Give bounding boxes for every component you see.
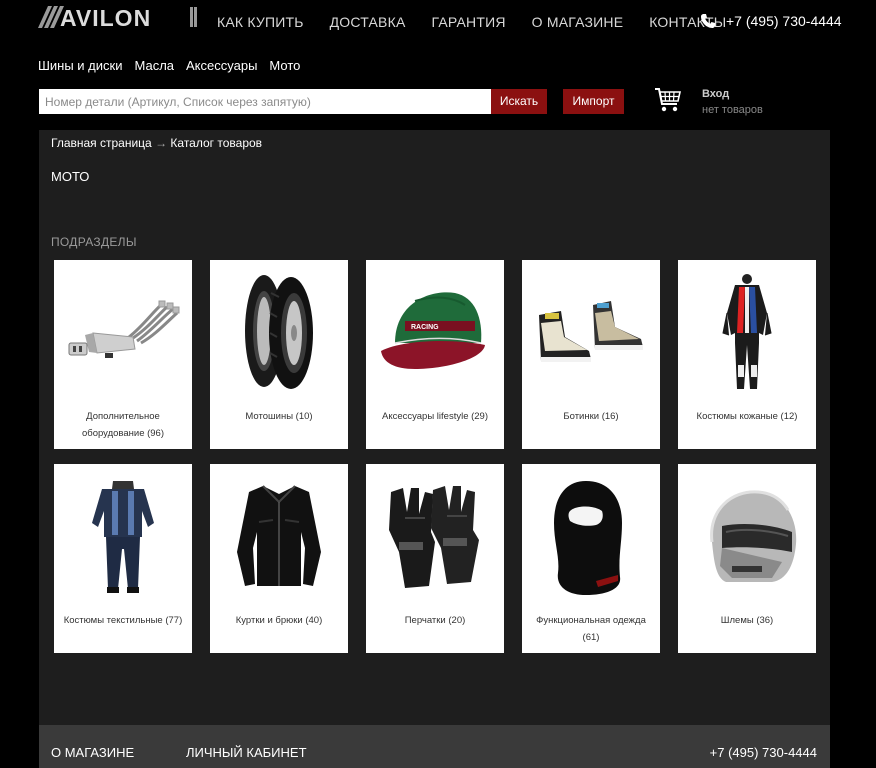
category-card-gloves[interactable]: Перчатки (20) [366,464,504,653]
category-label: Аксессуары lifestyle (29) [381,411,489,422]
helmet-icon [678,472,816,602]
leather-suit-icon [678,268,816,398]
search-button[interactable]: Искать [491,89,547,114]
category-label: Перчатки (20) [404,615,466,626]
breadcrumb-home[interactable]: Главная страница [51,136,152,150]
category-card-lifestyle[interactable]: RACING Аксессуары lifestyle (29) [366,260,504,449]
category-label: Шлемы (36) [720,615,774,626]
category-card-helmets[interactable]: Шлемы (36) [678,464,816,653]
login-link[interactable]: Вход [702,86,763,102]
category-label: Куртки и брюки (40) [235,615,323,626]
part-number-search-input[interactable] [39,89,491,114]
category-card-jackets-pants[interactable]: Куртки и брюки (40) [210,464,348,653]
nav-about[interactable]: О МАГАЗИНЕ [532,14,624,30]
header-phone[interactable]: +7 (495) 730-4444 [700,13,842,29]
category-card-textile-suits[interactable]: Костюмы текстильные (77) [54,464,192,653]
boots-icon [522,268,660,398]
breadcrumb-separator: → [155,136,168,150]
category-card-moto-tires[interactable]: Мотошины (10) [210,260,348,449]
svg-text:RACING: RACING [411,324,439,331]
nav-how-to-buy[interactable]: КАК КУПИТЬ [217,14,304,30]
phone-icon [701,14,715,28]
category-label: Функциональная одежда (61) [536,615,646,643]
footer-cabinet-link[interactable]: ЛИЧНЫЙ КАБИНЕТ [186,745,307,760]
catalog-panel: Главная страница → Каталог товаров МОТО … [39,130,830,725]
subnav-tires-wheels[interactable]: Шины и диски [38,58,122,73]
breadcrumb: Главная страница → Каталог товаров [51,136,262,150]
subnav-oils[interactable]: Масла [134,58,174,73]
nav-delivery[interactable]: ДОСТАВКА [330,14,406,30]
subnav-accessories[interactable]: Аксессуары [186,58,257,73]
footer-about-link[interactable]: О МАГАЗИНЕ [51,745,134,760]
tire-icon [210,268,348,398]
account-block: Вход нет товаров [702,86,763,118]
category-card-functional-wear[interactable]: Функциональная одежда (61) [522,464,660,653]
section-title: ПОДРАЗДЕЛЫ [51,235,137,249]
category-label: Мотошины (10) [245,411,313,422]
footer: О МАГАЗИНЕ ЛИЧНЫЙ КАБИНЕТ +7 (495) 730-4… [39,725,830,768]
page-title: МОТО [51,169,90,184]
nav-warranty[interactable]: ГАРАНТИЯ [431,14,505,30]
svg-text:AVILON: AVILON [60,6,151,28]
cart-icon[interactable] [654,86,682,119]
category-card-boots[interactable]: Ботинки (16) [522,260,660,449]
footer-phone[interactable]: +7 (495) 730-4444 [710,745,817,760]
category-card-extra-equipment[interactable]: Дополнительное оборудование (96) [54,260,192,449]
cart-status: нет товаров [702,104,763,116]
cap-icon: RACING [366,268,504,398]
category-label: Дополнительное оборудование (96) [81,411,165,439]
gloves-icon [366,472,504,602]
subnav-moto[interactable]: Мото [269,58,300,73]
header-phone-number: +7 (495) 730-4444 [726,13,842,29]
textile-suit-icon [54,472,192,602]
category-label: Ботинки (16) [563,411,619,422]
top-navigation: КАК КУПИТЬ ДОСТАВКА ГАРАНТИЯ О МАГАЗИНЕ … [217,14,752,30]
category-card-leather-suits[interactable]: Костюмы кожаные (12) [678,260,816,449]
breadcrumb-current[interactable]: Каталог товаров [170,136,262,150]
exhaust-icon [54,268,192,398]
category-label: Костюмы текстильные (77) [63,615,183,626]
category-label: Костюмы кожаные (12) [696,411,798,422]
avilon-logo[interactable]: AVILON [38,5,198,31]
category-navigation: Шины и диски Масла Аксессуары Мото [38,58,312,73]
import-button[interactable]: Импорт [563,89,624,114]
jacket-icon [210,472,348,602]
balaclava-icon [522,472,660,602]
